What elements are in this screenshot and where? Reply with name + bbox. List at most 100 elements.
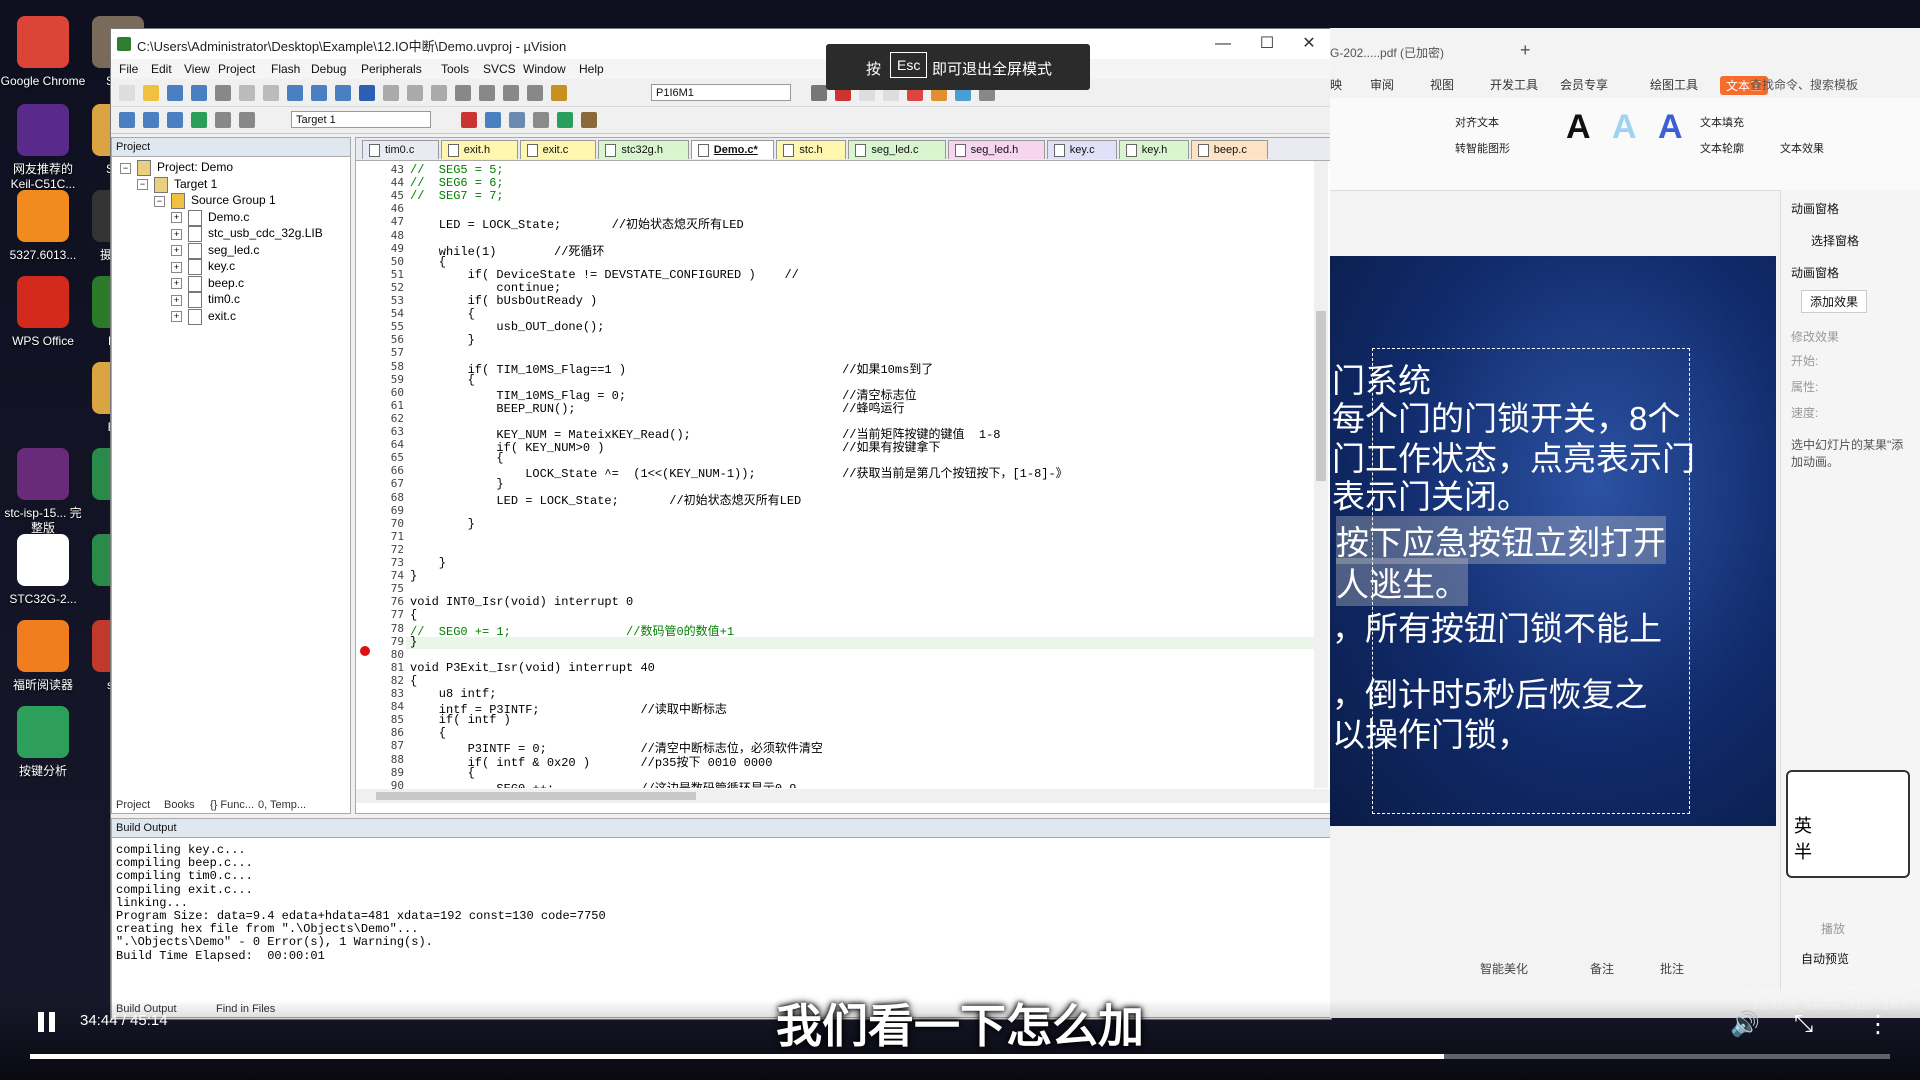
toolbar-icon[interactable] bbox=[479, 85, 495, 101]
volume-icon[interactable]: 🔊 bbox=[1730, 1010, 1760, 1039]
ribbon-label[interactable]: 文本效果 bbox=[1780, 140, 1824, 156]
ribbon-label[interactable]: 文本填充 bbox=[1700, 114, 1744, 130]
manage-toolbar-icon[interactable] bbox=[581, 112, 597, 128]
toolbar-icon[interactable] bbox=[287, 85, 303, 101]
tree-item-file[interactable]: + seg_led.c bbox=[171, 242, 259, 259]
file-tab[interactable]: exit.h bbox=[440, 140, 518, 159]
statusbar-item[interactable]: 智能美化 bbox=[1480, 960, 1528, 977]
menu-item-flash[interactable]: Flash bbox=[271, 62, 300, 76]
desktop-icon[interactable]: WPS Office bbox=[0, 276, 86, 349]
ribbon-tab[interactable]: 视图 bbox=[1430, 76, 1454, 93]
close-button[interactable]: ✕ bbox=[1287, 29, 1331, 59]
add-effect-button[interactable]: 添加效果 bbox=[1801, 290, 1868, 313]
toolbar-icon[interactable] bbox=[191, 85, 207, 101]
project-tab[interactable]: Project bbox=[116, 799, 150, 811]
text-style-a-light[interactable]: A bbox=[1612, 108, 1637, 147]
file-tab[interactable]: tim0.c bbox=[362, 140, 439, 159]
tree-item-file[interactable]: + beep.c bbox=[171, 275, 244, 292]
collapse-icon[interactable]: − bbox=[120, 162, 131, 174]
menu-item-help[interactable]: Help bbox=[579, 62, 604, 76]
toolbar-icon[interactable] bbox=[359, 85, 375, 101]
desktop-icon[interactable]: 按键分析 bbox=[0, 706, 86, 779]
build-toolbar-icon[interactable] bbox=[143, 112, 159, 128]
ribbon-label[interactable]: 转智能图形 bbox=[1455, 140, 1510, 156]
desktop-icon[interactable]: 福昕阅读器 bbox=[0, 620, 86, 693]
menu-item-tools[interactable]: Tools bbox=[441, 62, 469, 76]
breakpoint-icon[interactable] bbox=[360, 646, 370, 656]
menu-item-window[interactable]: Window bbox=[523, 62, 566, 76]
file-tab[interactable]: seg_led.c bbox=[848, 140, 946, 159]
desktop-icon[interactable]: 5327.6013... bbox=[0, 190, 86, 263]
toolbar-icon[interactable] bbox=[167, 85, 183, 101]
toolbar-icon[interactable] bbox=[503, 85, 519, 101]
tree-item-file[interactable]: + Demo.c bbox=[171, 209, 249, 226]
toolbar-icon[interactable] bbox=[383, 85, 399, 101]
toolbar-icon[interactable] bbox=[455, 85, 471, 101]
minimize-button[interactable]: — bbox=[1201, 29, 1245, 59]
debug-toolbar-icon[interactable] bbox=[811, 85, 827, 101]
desktop-icon[interactable]: STC32G-2... bbox=[0, 534, 86, 607]
file-tab[interactable]: key.c bbox=[1046, 140, 1117, 159]
toolbar-icon[interactable] bbox=[551, 85, 567, 101]
horizontal-scrollbar[interactable] bbox=[356, 789, 1330, 803]
statusbar-item[interactable]: 批注 bbox=[1660, 960, 1684, 977]
build-toolbar-icon[interactable] bbox=[167, 112, 183, 128]
pause-icon[interactable] bbox=[38, 1012, 58, 1032]
project-tab[interactable]: 0, Temp... bbox=[258, 799, 306, 811]
desktop-icon[interactable]: 网友推荐的 Keil-C51C... bbox=[0, 104, 86, 192]
expand-icon[interactable]: + bbox=[171, 261, 182, 273]
new-tab-icon[interactable]: + bbox=[1520, 40, 1531, 61]
select-pane-button[interactable]: 选择窗格 bbox=[1811, 232, 1859, 249]
tree-item-target[interactable]: − Target 1 bbox=[137, 176, 217, 193]
toolbar-icon[interactable] bbox=[215, 85, 231, 101]
ribbon-tab[interactable]: 审阅 bbox=[1370, 76, 1394, 93]
manage-toolbar-icon[interactable] bbox=[509, 112, 525, 128]
auto-preview-checkbox[interactable]: 自动预览 bbox=[1801, 950, 1849, 967]
expand-icon[interactable]: + bbox=[171, 228, 182, 240]
collapse-icon[interactable]: − bbox=[137, 179, 148, 190]
file-tab[interactable]: key.h bbox=[1118, 140, 1189, 159]
expand-icon[interactable]: + bbox=[171, 245, 182, 256]
ribbon-tab[interactable]: 开发工具 bbox=[1490, 76, 1538, 93]
text-box-selection[interactable] bbox=[1372, 348, 1690, 814]
doc-tab[interactable]: G-202.....pdf (已加密) bbox=[1330, 44, 1444, 61]
menu-item-edit[interactable]: Edit bbox=[151, 62, 172, 76]
file-tab[interactable]: Demo.c* bbox=[690, 140, 775, 159]
tree-item-file[interactable]: + stc_usb_cdc_32g.LIB bbox=[171, 226, 323, 242]
tree-item-folder[interactable]: − Source Group 1 bbox=[154, 193, 276, 209]
build-toolbar-icon[interactable] bbox=[239, 112, 255, 128]
toolbar-icon[interactable] bbox=[407, 85, 423, 101]
more-icon[interactable]: ⋮ bbox=[1866, 1010, 1890, 1039]
menu-item-peripherals[interactable]: Peripherals bbox=[361, 62, 422, 76]
code-area[interactable]: // SEG5 = 5;// SEG6 = 6;// SEG7 = 7; LED… bbox=[406, 161, 1316, 788]
menu-item-svcs[interactable]: SVCS bbox=[483, 62, 516, 76]
manage-toolbar-icon[interactable] bbox=[461, 112, 477, 128]
toolbar-icon[interactable] bbox=[263, 85, 279, 101]
expand-icon[interactable]: + bbox=[171, 278, 182, 289]
maximize-button[interactable]: ☐ bbox=[1245, 29, 1289, 59]
find-combo[interactable]: P1I6M1 bbox=[651, 84, 791, 101]
menu-item-view[interactable]: View bbox=[184, 62, 210, 76]
vertical-scrollbar[interactable] bbox=[1314, 161, 1328, 788]
file-tab[interactable]: beep.c bbox=[1190, 140, 1268, 159]
toolbar-icon[interactable] bbox=[239, 85, 255, 101]
toolbar-icon[interactable] bbox=[335, 85, 351, 101]
video-progress-bar[interactable] bbox=[30, 1054, 1890, 1059]
toolbar-icon[interactable] bbox=[143, 85, 159, 101]
tree-item-file[interactable]: + tim0.c bbox=[171, 292, 240, 308]
expand-icon[interactable]: + bbox=[171, 212, 182, 223]
manage-toolbar-icon[interactable] bbox=[557, 112, 573, 128]
toolbar-icon[interactable] bbox=[119, 85, 135, 101]
desktop-icon[interactable]: Google Chrome bbox=[0, 16, 86, 89]
collapse-icon[interactable]: − bbox=[154, 195, 165, 207]
play-button[interactable]: 播放 bbox=[1821, 920, 1845, 937]
toolbar-icon[interactable] bbox=[527, 85, 543, 101]
build-toolbar-icon[interactable] bbox=[215, 112, 231, 128]
build-toolbar-icon[interactable] bbox=[191, 112, 207, 128]
project-tab[interactable]: Books bbox=[164, 799, 195, 811]
exit-fullscreen-icon[interactable]: ⤡ bbox=[1794, 1010, 1813, 1038]
manage-toolbar-icon[interactable] bbox=[533, 112, 549, 128]
ribbon-tab[interactable]: 会员专享 bbox=[1560, 76, 1608, 93]
target-select[interactable]: Target 1 bbox=[291, 111, 431, 128]
manage-toolbar-icon[interactable] bbox=[485, 112, 501, 128]
